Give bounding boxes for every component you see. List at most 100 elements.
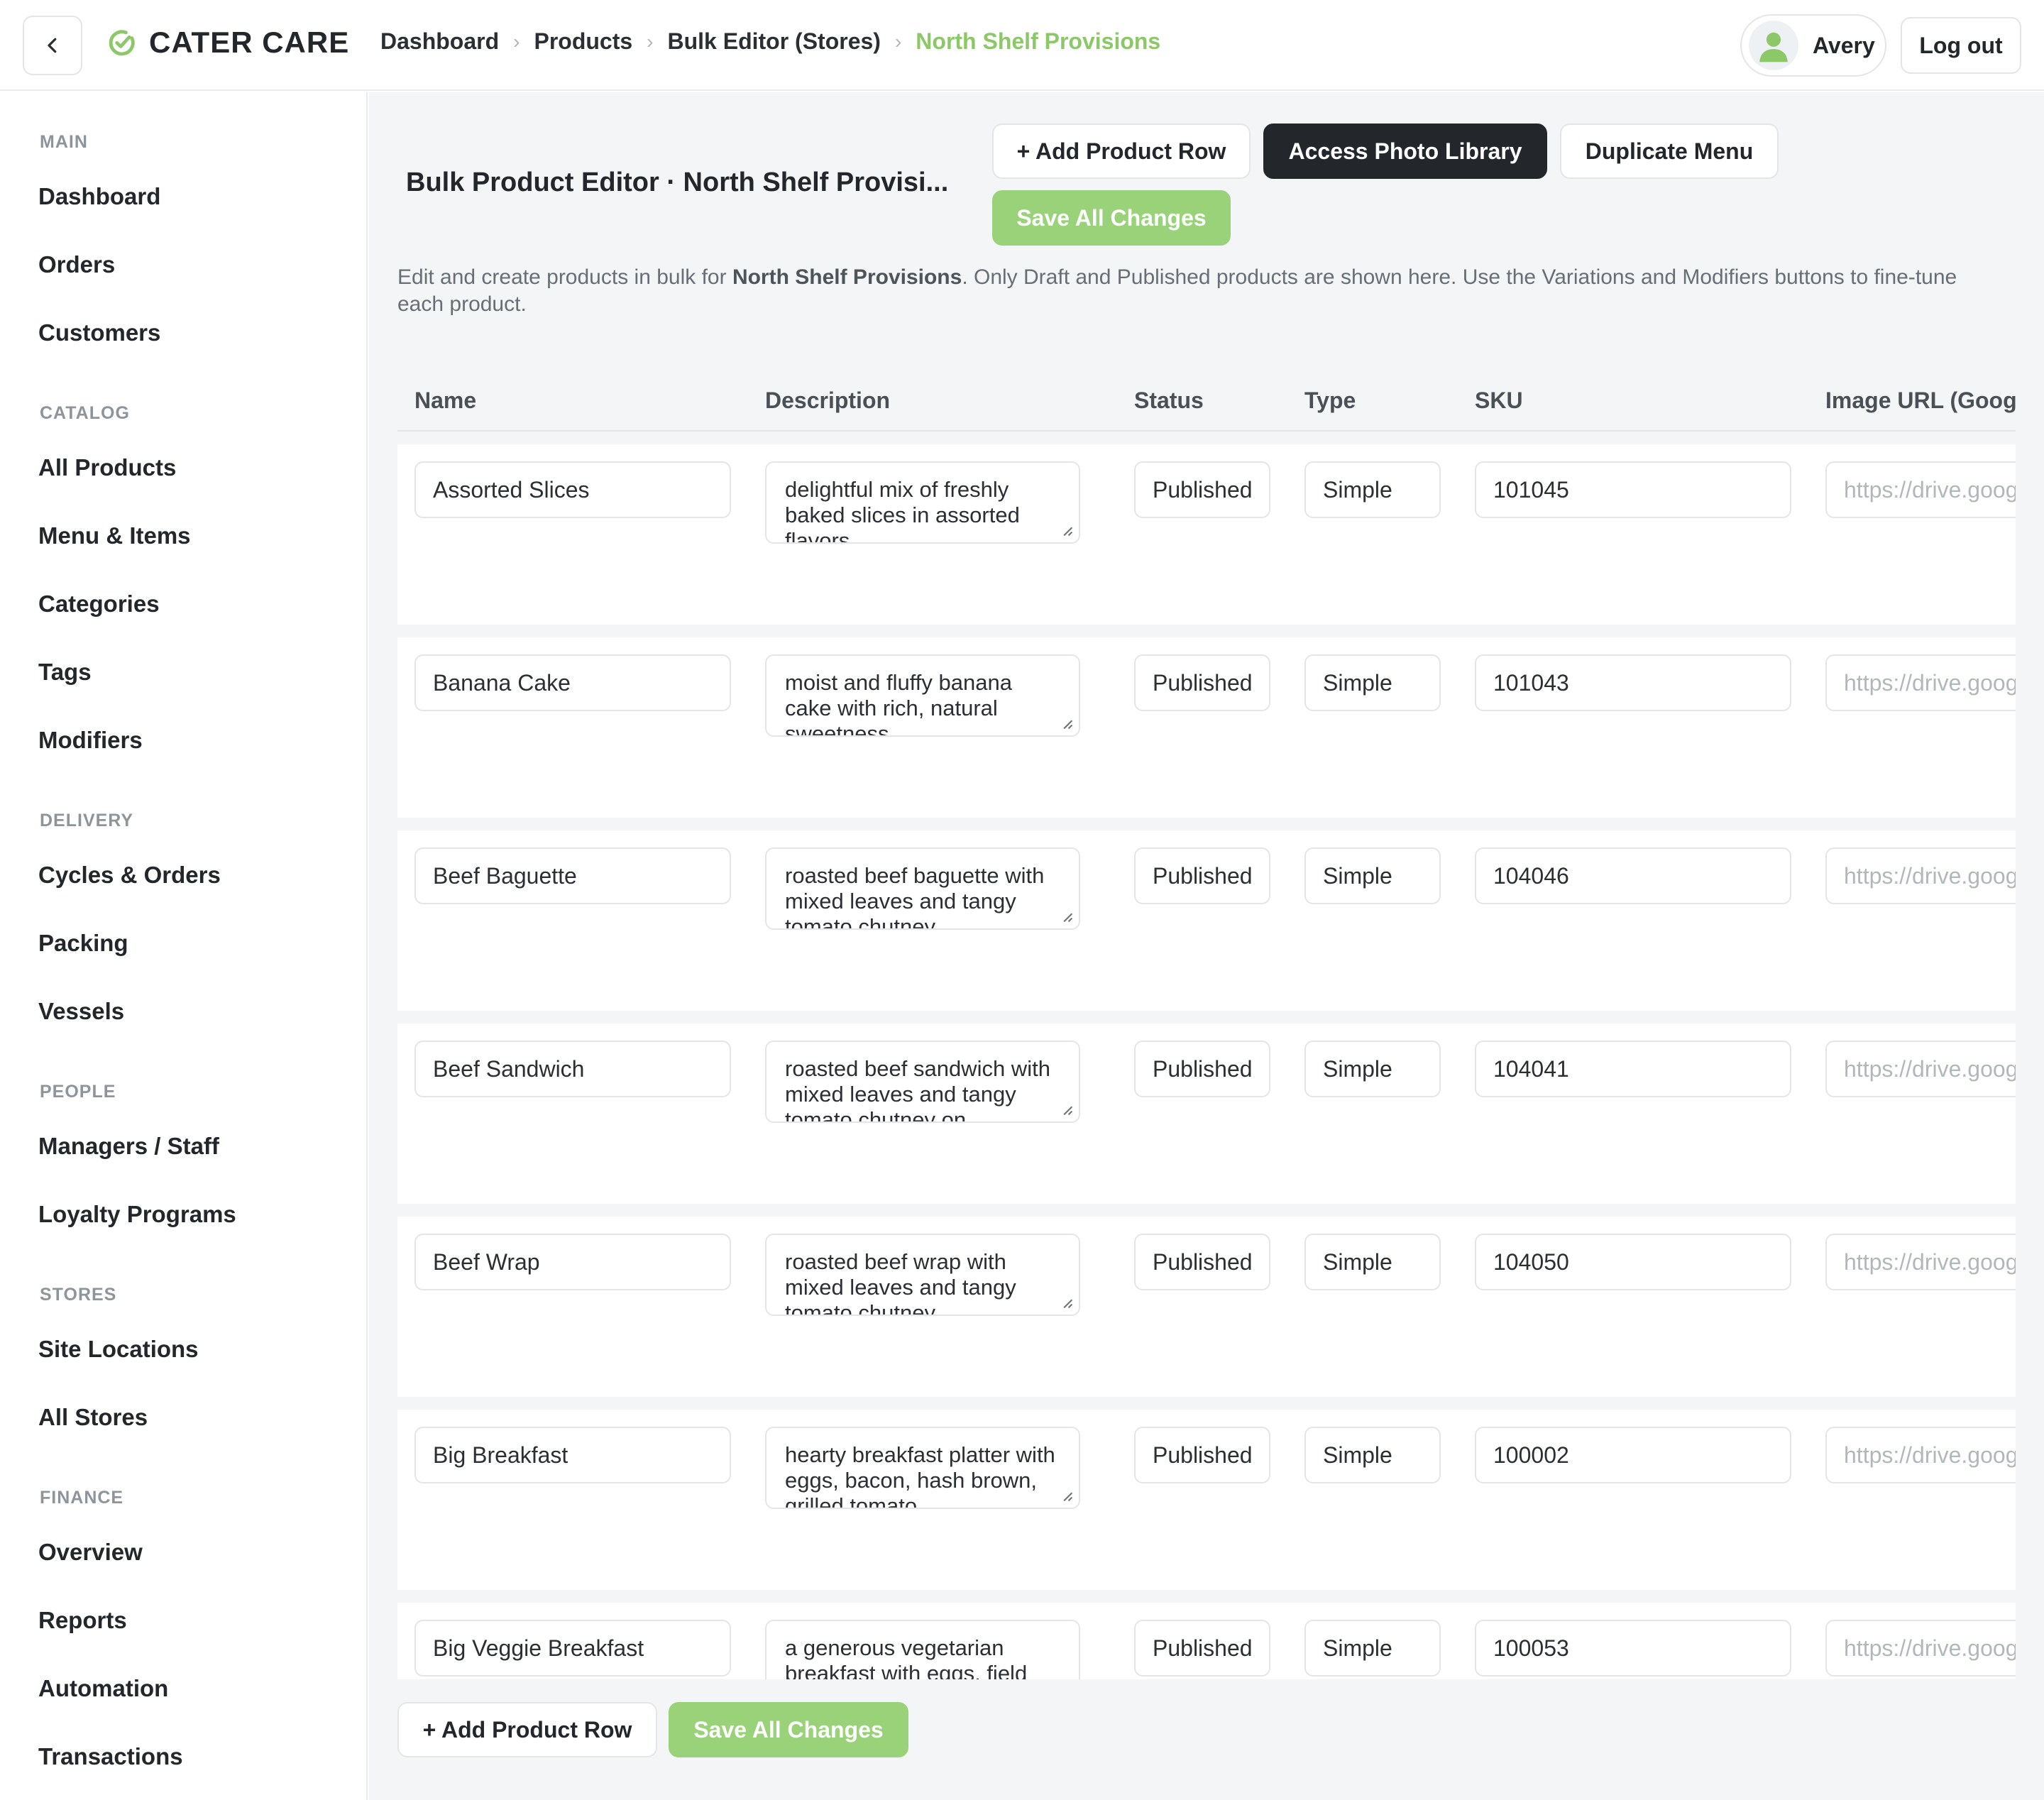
table-row: Banana Cake moist and fluffy banana cake…	[397, 637, 2016, 818]
sku-input[interactable]: 101043	[1475, 654, 1791, 711]
resize-grip-icon[interactable]	[1062, 1104, 1073, 1116]
sidebar-item-overview[interactable]: Overview	[38, 1539, 143, 1566]
sidebar-item-packing[interactable]: Packing	[38, 930, 128, 957]
status-select[interactable]: Published	[1134, 1041, 1270, 1097]
description-textarea[interactable]: delightful mix of freshly baked slices i…	[765, 461, 1080, 544]
access-photo-library-button[interactable]: Access Photo Library	[1263, 124, 1547, 179]
description-textarea[interactable]: roasted beef wrap with mixed leaves and …	[765, 1234, 1080, 1316]
image-url-input[interactable]: https://drive.goog	[1825, 461, 2016, 518]
resize-grip-icon[interactable]	[1062, 1297, 1073, 1309]
name-input[interactable]: Beef Sandwich	[414, 1041, 731, 1097]
description-text: roasted beef baguette with mixed leaves …	[785, 863, 1045, 930]
sidebar-item-transactions[interactable]: Transactions	[38, 1743, 183, 1770]
description-text: roasted beef wrap with mixed leaves and …	[785, 1249, 1016, 1316]
sidebar-item-orders[interactable]: Orders	[38, 251, 115, 278]
type-select[interactable]: Simple	[1304, 461, 1441, 518]
name-input[interactable]: Beef Wrap	[414, 1234, 731, 1290]
status-select[interactable]: Published	[1134, 654, 1270, 711]
sidebar-item-all-products[interactable]: All Products	[38, 454, 176, 481]
type-select[interactable]: Simple	[1304, 1427, 1441, 1483]
sidebar-item-customers[interactable]: Customers	[38, 319, 160, 346]
sidebar-item-cycles-orders[interactable]: Cycles & Orders	[38, 862, 221, 889]
sidebar-section-finance: FINANCE	[40, 1488, 124, 1508]
name-input[interactable]: Beef Baguette	[414, 847, 731, 904]
image-url-input[interactable]: https://drive.goog	[1825, 847, 2016, 904]
intro-prefix: Edit and create products in bulk for	[397, 265, 732, 289]
chevron-right-icon: ›	[894, 30, 902, 53]
image-url-input[interactable]: https://drive.goog	[1825, 1427, 2016, 1483]
product-table[interactable]: Assorted Slices delightful mix of freshl…	[397, 433, 2016, 1679]
breadcrumb-products[interactable]: Products	[534, 28, 632, 55]
table-row: Beef Sandwich roasted beef sandwich with…	[397, 1024, 2016, 1204]
sku-input[interactable]: 100002	[1475, 1427, 1791, 1483]
sku-input[interactable]: 104041	[1475, 1041, 1791, 1097]
sku-input[interactable]: 100053	[1475, 1620, 1791, 1676]
intro-store-name: North Shelf Provisions	[732, 265, 962, 289]
avatar	[1749, 21, 1798, 70]
description-textarea[interactable]: hearty breakfast platter with eggs, baco…	[765, 1427, 1080, 1509]
sidebar-item-reports[interactable]: Reports	[38, 1607, 127, 1634]
breadcrumb-dashboard[interactable]: Dashboard	[380, 28, 499, 55]
status-select[interactable]: Published	[1134, 847, 1270, 904]
back-button[interactable]	[23, 16, 82, 75]
status-select[interactable]: Published	[1134, 1427, 1270, 1483]
image-url-input[interactable]: https://drive.goog	[1825, 1620, 2016, 1676]
name-input[interactable]: Assorted Slices	[414, 461, 731, 518]
table-row: Beef Wrap roasted beef wrap with mixed l…	[397, 1217, 2016, 1397]
user-menu[interactable]: Avery	[1740, 14, 1886, 77]
save-all-changes-button[interactable]: Save All Changes	[992, 190, 1231, 246]
add-product-row-button-bottom[interactable]: + Add Product Row	[397, 1702, 657, 1757]
type-select[interactable]: Simple	[1304, 847, 1441, 904]
name-input[interactable]: Banana Cake	[414, 654, 731, 711]
sidebar-item-modifiers[interactable]: Modifiers	[38, 727, 143, 754]
status-select[interactable]: Published	[1134, 461, 1270, 518]
image-url-input[interactable]: https://drive.goog	[1825, 1041, 2016, 1097]
type-select[interactable]: Simple	[1304, 1234, 1441, 1290]
sidebar-item-menu-items[interactable]: Menu & Items	[38, 522, 191, 549]
table-row: Big Veggie Breakfast a generous vegetari…	[397, 1603, 2016, 1679]
status-select[interactable]: Published	[1134, 1620, 1270, 1676]
sku-input[interactable]: 104050	[1475, 1234, 1791, 1290]
image-url-input[interactable]: https://drive.goog	[1825, 1234, 2016, 1290]
sidebar-item-all-stores[interactable]: All Stores	[38, 1404, 148, 1431]
name-input[interactable]: Big Breakfast	[414, 1427, 731, 1483]
sidebar-item-site-locations[interactable]: Site Locations	[38, 1336, 199, 1363]
table-row: Beef Baguette roasted beef baguette with…	[397, 830, 2016, 1011]
breadcrumb-current-store: North Shelf Provisions	[916, 28, 1161, 54]
sidebar-item-vessels[interactable]: Vessels	[38, 998, 124, 1025]
logout-button[interactable]: Log out	[1901, 17, 2021, 74]
sidebar-item-tags[interactable]: Tags	[38, 659, 92, 686]
resize-grip-icon[interactable]	[1062, 718, 1073, 730]
description-textarea[interactable]: a generous vegetarian breakfast with egg…	[765, 1620, 1080, 1679]
sidebar-item-automation[interactable]: Automation	[38, 1675, 168, 1702]
resize-grip-icon[interactable]	[1062, 525, 1073, 537]
description-textarea[interactable]: roasted beef baguette with mixed leaves …	[765, 847, 1080, 930]
description-textarea[interactable]: roasted beef sandwich with mixed leaves …	[765, 1041, 1080, 1123]
duplicate-menu-button[interactable]: Duplicate Menu	[1560, 124, 1779, 179]
type-select[interactable]: Simple	[1304, 1041, 1441, 1097]
column-header-name: Name	[414, 388, 477, 413]
sidebar-item-dashboard[interactable]: Dashboard	[38, 183, 160, 210]
sidebar-item-loyalty-programs[interactable]: Loyalty Programs	[38, 1201, 236, 1228]
sidebar-item-categories[interactable]: Categories	[38, 591, 160, 618]
resize-grip-icon[interactable]	[1062, 911, 1073, 923]
description-text: a generous vegetarian breakfast with egg…	[785, 1635, 1028, 1679]
description-text: delightful mix of freshly baked slices i…	[785, 477, 1020, 544]
status-select[interactable]: Published	[1134, 1234, 1270, 1290]
brand-logo[interactable]: CATER CARE	[106, 26, 349, 60]
name-input[interactable]: Big Veggie Breakfast	[414, 1620, 731, 1676]
sidebar-section-people: PEOPLE	[40, 1082, 116, 1102]
chevron-left-icon	[48, 38, 57, 53]
type-select[interactable]: Simple	[1304, 1620, 1441, 1676]
sku-input[interactable]: 101045	[1475, 461, 1791, 518]
description-textarea[interactable]: moist and fluffy banana cake with rich, …	[765, 654, 1080, 737]
add-product-row-button[interactable]: + Add Product Row	[992, 124, 1251, 179]
type-select[interactable]: Simple	[1304, 654, 1441, 711]
sku-input[interactable]: 104046	[1475, 847, 1791, 904]
sidebar-item-managers-staff[interactable]: Managers / Staff	[38, 1133, 219, 1160]
image-url-input[interactable]: https://drive.goog	[1825, 654, 2016, 711]
breadcrumb-bulk-editor[interactable]: Bulk Editor (Stores)	[667, 28, 880, 55]
resize-grip-icon[interactable]	[1062, 1491, 1073, 1502]
column-header-description: Description	[765, 388, 891, 413]
save-all-changes-button-bottom[interactable]: Save All Changes	[669, 1702, 908, 1757]
